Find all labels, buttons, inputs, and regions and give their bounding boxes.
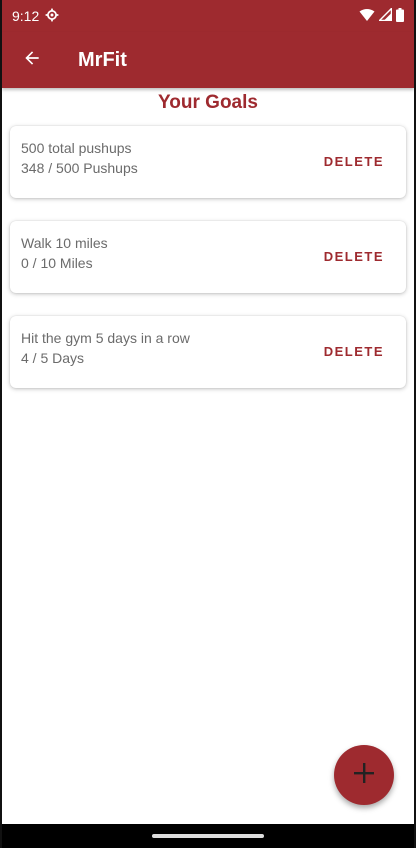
goal-card: 500 total pushups 348 / 500 Pushups DELE… (10, 126, 406, 198)
settings-gear-icon (45, 8, 59, 25)
system-nav-bar (2, 824, 414, 848)
goal-title: Hit the gym 5 days in a row (21, 330, 190, 346)
app-bar: MrFit (2, 32, 414, 88)
goal-card: Hit the gym 5 days in a row 4 / 5 Days D… (10, 316, 406, 388)
status-right (359, 6, 404, 25)
goal-progress: 348 / 500 Pushups (21, 160, 138, 176)
battery-icon (396, 7, 404, 25)
main-content: Your Goals 500 total pushups 348 / 500 P… (2, 88, 414, 388)
status-bar: 9:12 (2, 0, 414, 32)
goal-title: 500 total pushups (21, 140, 132, 156)
delete-goal-button[interactable]: DELETE (324, 249, 384, 264)
wifi-icon (359, 8, 375, 25)
add-goal-button[interactable] (334, 745, 394, 805)
goal-progress: 4 / 5 Days (21, 350, 85, 366)
plus-icon (353, 762, 375, 789)
page-title: Your Goals (158, 92, 258, 113)
app-screen: 9:12 MrFit Your Goals 500 total pushups … (0, 0, 416, 848)
back-button[interactable] (4, 32, 60, 88)
home-indicator[interactable] (152, 834, 264, 838)
goal-title: Walk 10 miles (21, 235, 108, 251)
app-title: MrFit (78, 48, 127, 71)
delete-goal-button[interactable]: DELETE (324, 154, 384, 169)
goal-card: Walk 10 miles 0 / 10 Miles DELETE (10, 221, 406, 293)
status-time: 9:12 (12, 8, 40, 24)
arrow-back-icon (22, 48, 42, 73)
status-left: 9:12 (12, 8, 59, 25)
delete-goal-button[interactable]: DELETE (324, 344, 384, 359)
cell-signal-icon (377, 6, 393, 24)
goal-progress: 0 / 10 Miles (21, 255, 93, 271)
